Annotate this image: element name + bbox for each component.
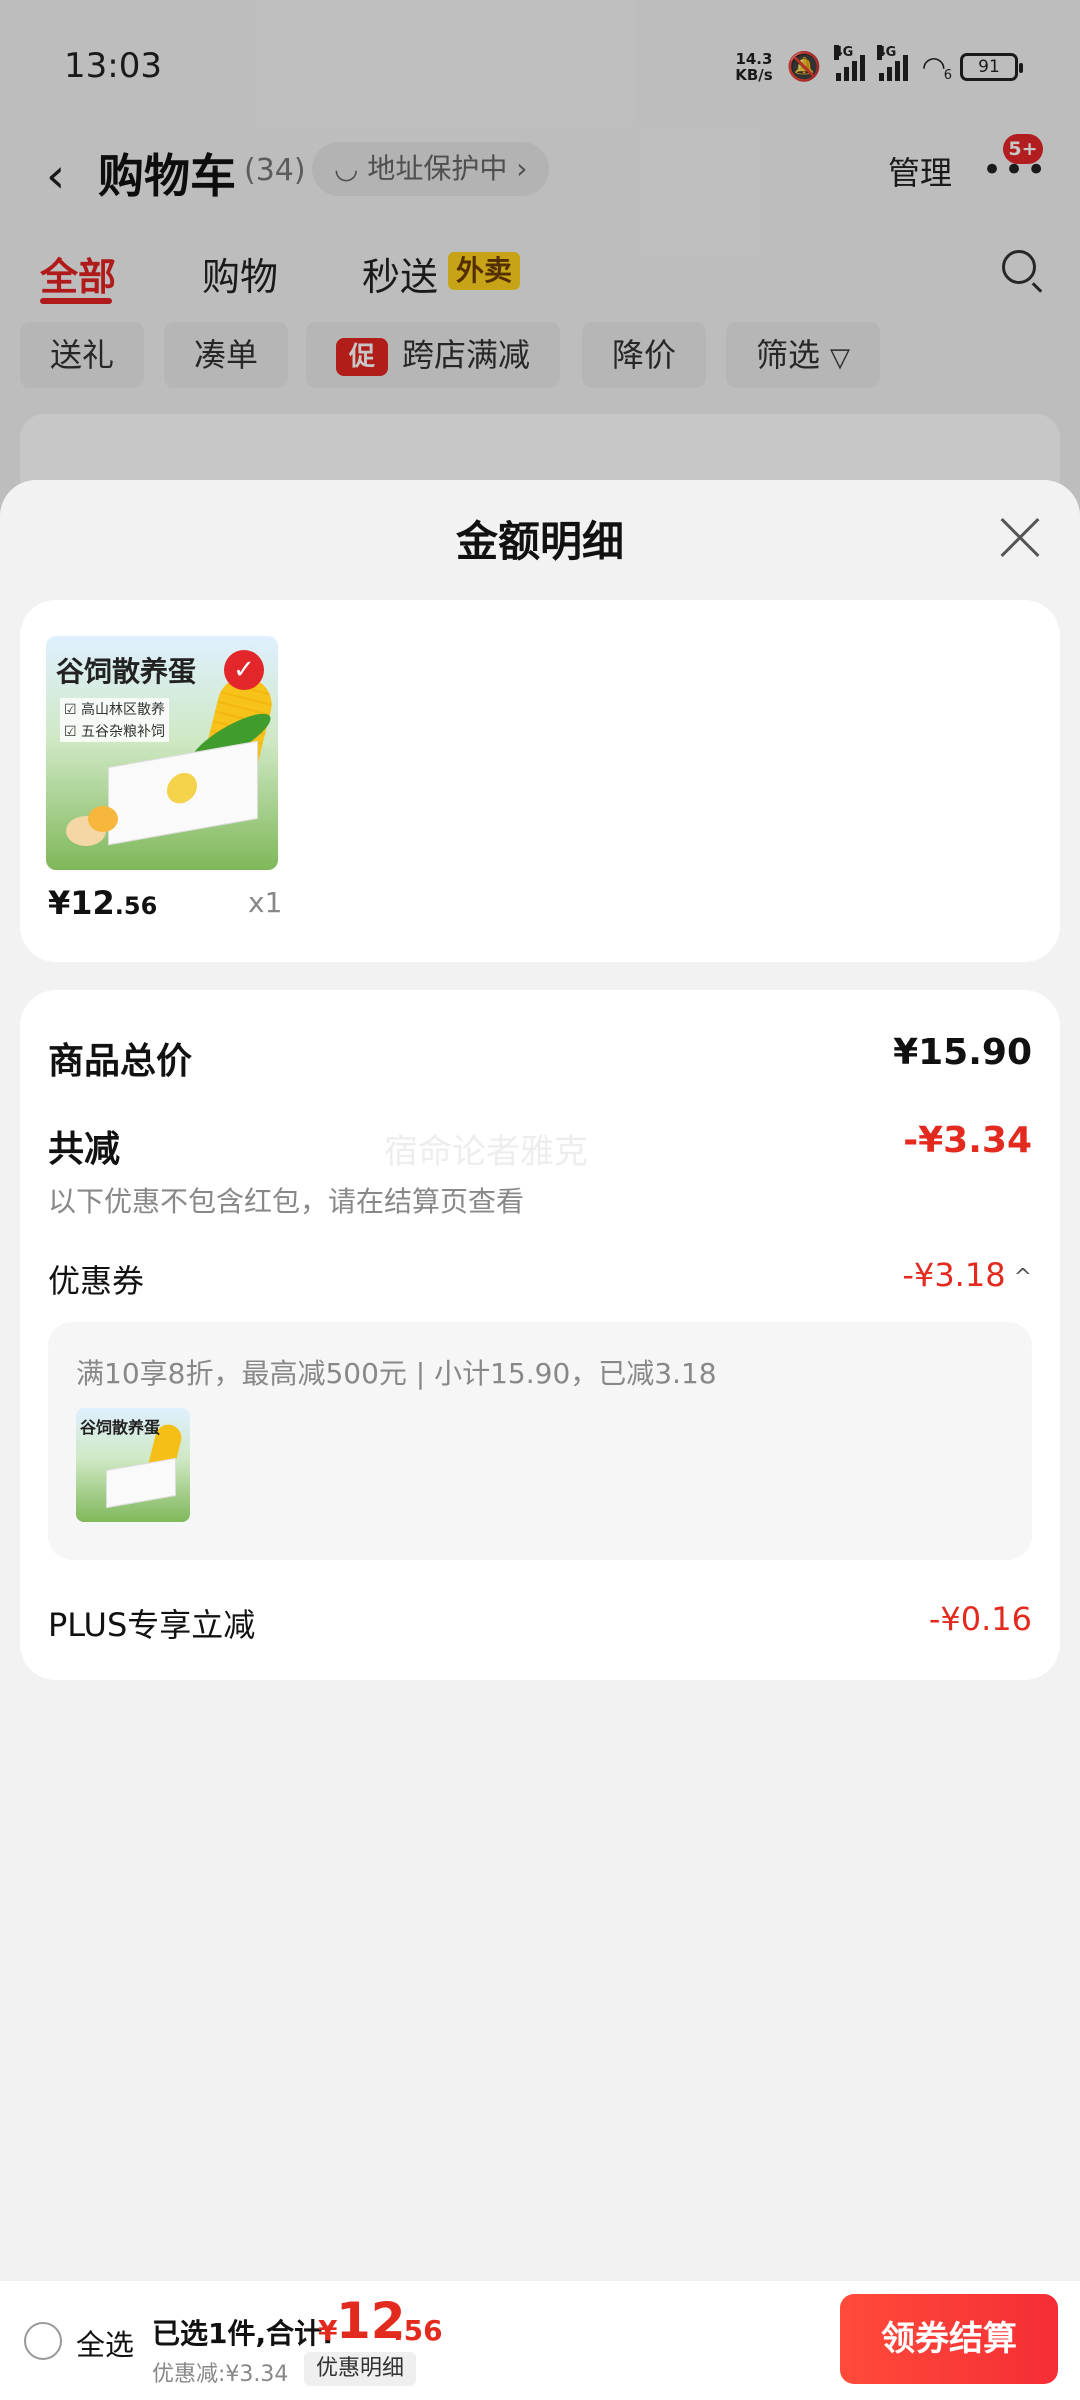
image-title: 谷饲散养蛋 <box>56 655 197 688</box>
select-all-radio[interactable] <box>24 2322 62 2360</box>
total-price-label: 商品总价 <box>48 1041 193 1082</box>
modal-overlay[interactable] <box>0 0 1080 520</box>
image-line-2: ☑ 五谷杂粮补饲 <box>60 720 170 742</box>
coupon-label: 优惠券 <box>48 1262 145 1300</box>
product-image[interactable]: 谷饲散养蛋 ✓ ☑ 高山林区散养 ☑ 五谷杂粮补饲 <box>46 636 278 870</box>
total-reduce-value: -¥3.34 <box>903 1120 1032 1161</box>
total-price-value: ¥15.90 <box>893 1032 1032 1073</box>
plus-reduce-value: -¥0.16 <box>928 1600 1032 1638</box>
discount-summary: 优惠减:¥3.34 <box>152 2362 289 2387</box>
sheet-title: 金额明细 <box>455 517 624 566</box>
reduce-note: 以下优惠不包含红包，请在结算页查看 <box>48 1185 525 1218</box>
discount-detail-button[interactable]: 优惠明细 <box>304 2352 417 2386</box>
chevron-up-icon: ^ <box>1013 1264 1032 1290</box>
coupon-description: 满10享8折，最高减500元 | 小计15.90，已减3.18 <box>76 1357 717 1390</box>
product-quantity: x1 <box>248 886 283 919</box>
checkout-button[interactable]: 领券结算 <box>840 2294 1058 2384</box>
coupon-product-thumbnail: 谷饲散养蛋 <box>76 1408 190 1522</box>
product-price: ¥12.56 <box>48 884 158 922</box>
close-icon[interactable] <box>998 516 1042 560</box>
selection-summary: 已选1件,合计: <box>152 2317 334 2350</box>
watermark: 宿命论者雅克 <box>384 1132 588 1172</box>
total-amount-dec: .56 <box>393 2314 443 2347</box>
total-currency: ¥ <box>318 2314 338 2347</box>
coupon-value-toggle[interactable]: -¥3.18 ^ <box>902 1256 1032 1294</box>
image-line-1: ☑ 高山林区散养 <box>60 698 170 720</box>
selected-check-icon: ✓ <box>224 650 264 690</box>
total-reduce-label: 共减 <box>48 1129 121 1170</box>
plus-reduce-label: PLUS专享立减 <box>48 1606 256 1644</box>
select-all-label[interactable]: 全选 <box>76 2322 134 2364</box>
